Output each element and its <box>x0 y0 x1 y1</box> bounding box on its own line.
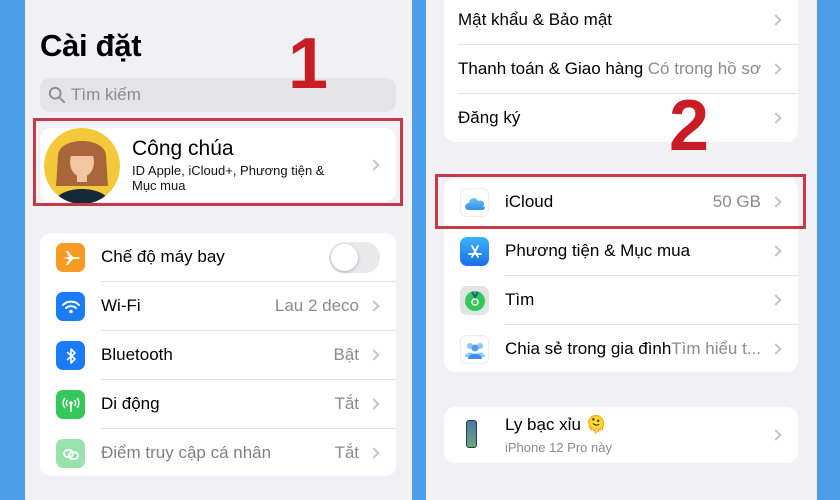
find-my-icon <box>460 286 489 315</box>
row-label: Điểm truy cập cá nhân <box>101 443 272 462</box>
row-label: Chia sẻ trong gia đình <box>505 339 672 358</box>
row-family-sharing[interactable]: Chia sẻ trong gia đình Tìm hiểu t... <box>444 325 798 374</box>
chevron-right-icon <box>368 447 380 459</box>
settings-row-personal-hotspot[interactable]: Điểm truy cập cá nhân Tắt <box>40 429 396 478</box>
row-value: Tắt <box>334 443 359 462</box>
annotation-number-1: 1 <box>288 24 329 104</box>
bluetooth-icon <box>56 341 85 370</box>
personal-hotspot-icon <box>56 439 85 468</box>
row-find-my[interactable]: Tìm <box>444 276 798 325</box>
search-placeholder: Tìm kiếm <box>71 85 141 104</box>
highlight-box-icloud <box>435 174 806 229</box>
highlight-box-profile <box>33 118 403 206</box>
family-sharing-icon <box>460 335 489 364</box>
chevron-right-icon <box>770 14 782 26</box>
row-label: Chế độ máy bay <box>101 247 225 266</box>
settings-row-cellular[interactable]: Di động Tắt <box>40 380 396 429</box>
chevron-right-icon <box>770 429 782 441</box>
settings-screen-left: Cài đặt Tìm kiếm 1 Công chúa ID Apple, i… <box>25 0 412 500</box>
chevron-right-icon <box>770 112 782 124</box>
annotation-number-2: 2 <box>669 86 710 166</box>
chevron-right-icon <box>770 343 782 355</box>
chevron-right-icon <box>770 294 782 306</box>
row-value: Bật <box>333 345 359 364</box>
row-subscriptions[interactable]: Đăng ký <box>444 94 798 143</box>
row-payment-shipping[interactable]: Thanh toán & Giao hàng Có trong hồ sơ <box>444 45 798 94</box>
device-name-text: Ly bạc xỉu <box>505 415 581 434</box>
apple-id-screen-right: Mật khẩu & Bảo mật Thanh toán & Giao hàn… <box>426 0 817 500</box>
chevron-right-icon <box>368 398 380 410</box>
device-row[interactable]: Ly bạc xỉu 🫠 iPhone 12 Pro này <box>444 407 798 463</box>
row-label: Phương tiện & Mục mua <box>505 241 691 260</box>
toggle-knob <box>331 244 358 271</box>
row-label: Wi-Fi <box>101 296 141 315</box>
melting-face-emoji-icon: 🫠 <box>585 415 607 434</box>
page-title: Cài đặt <box>40 28 142 63</box>
chevron-right-icon <box>368 300 380 312</box>
search-icon <box>48 86 66 104</box>
row-label: Mật khẩu & Bảo mật <box>458 10 613 29</box>
chevron-right-icon <box>368 349 380 361</box>
cellular-antenna-icon <box>56 390 85 419</box>
row-label: Đăng ký <box>458 108 521 127</box>
chevron-right-icon <box>770 63 782 75</box>
iphone-icon <box>466 420 477 448</box>
row-value: Tìm hiểu t... <box>671 339 761 358</box>
row-media-purchases[interactable]: Phương tiện & Mục mua <box>444 227 798 276</box>
account-group: Mật khẩu & Bảo mật Thanh toán & Giao hàn… <box>444 0 798 142</box>
row-label: Thanh toán & Giao hàng <box>458 59 644 78</box>
settings-row-wifi[interactable]: Wi-Fi Lau 2 deco <box>40 282 396 331</box>
row-value: Tắt <box>334 394 359 413</box>
search-input[interactable]: Tìm kiếm <box>40 78 396 112</box>
chevron-right-icon <box>770 245 782 257</box>
device-name: Ly bạc xỉu 🫠 <box>505 415 607 435</box>
row-label: Tìm <box>505 290 535 309</box>
settings-row-airplane-mode[interactable]: Chế độ máy bay <box>40 233 396 282</box>
row-label: Bluetooth <box>101 345 173 364</box>
airplane-icon <box>56 243 85 272</box>
row-value: Có trong hồ sơ <box>647 59 761 78</box>
airplane-mode-toggle[interactable] <box>329 242 380 273</box>
row-value: Lau 2 deco <box>274 296 359 315</box>
row-password-security[interactable]: Mật khẩu & Bảo mật <box>444 0 798 45</box>
device-subtitle: iPhone 12 Pro này <box>505 440 612 455</box>
row-label: Di động <box>101 394 160 413</box>
wifi-icon <box>56 292 85 321</box>
connectivity-group: Chế độ máy bay Wi-Fi Lau 2 deco Bluetoot… <box>40 233 396 476</box>
app-store-icon <box>460 237 489 266</box>
settings-row-bluetooth[interactable]: Bluetooth Bật <box>40 331 396 380</box>
